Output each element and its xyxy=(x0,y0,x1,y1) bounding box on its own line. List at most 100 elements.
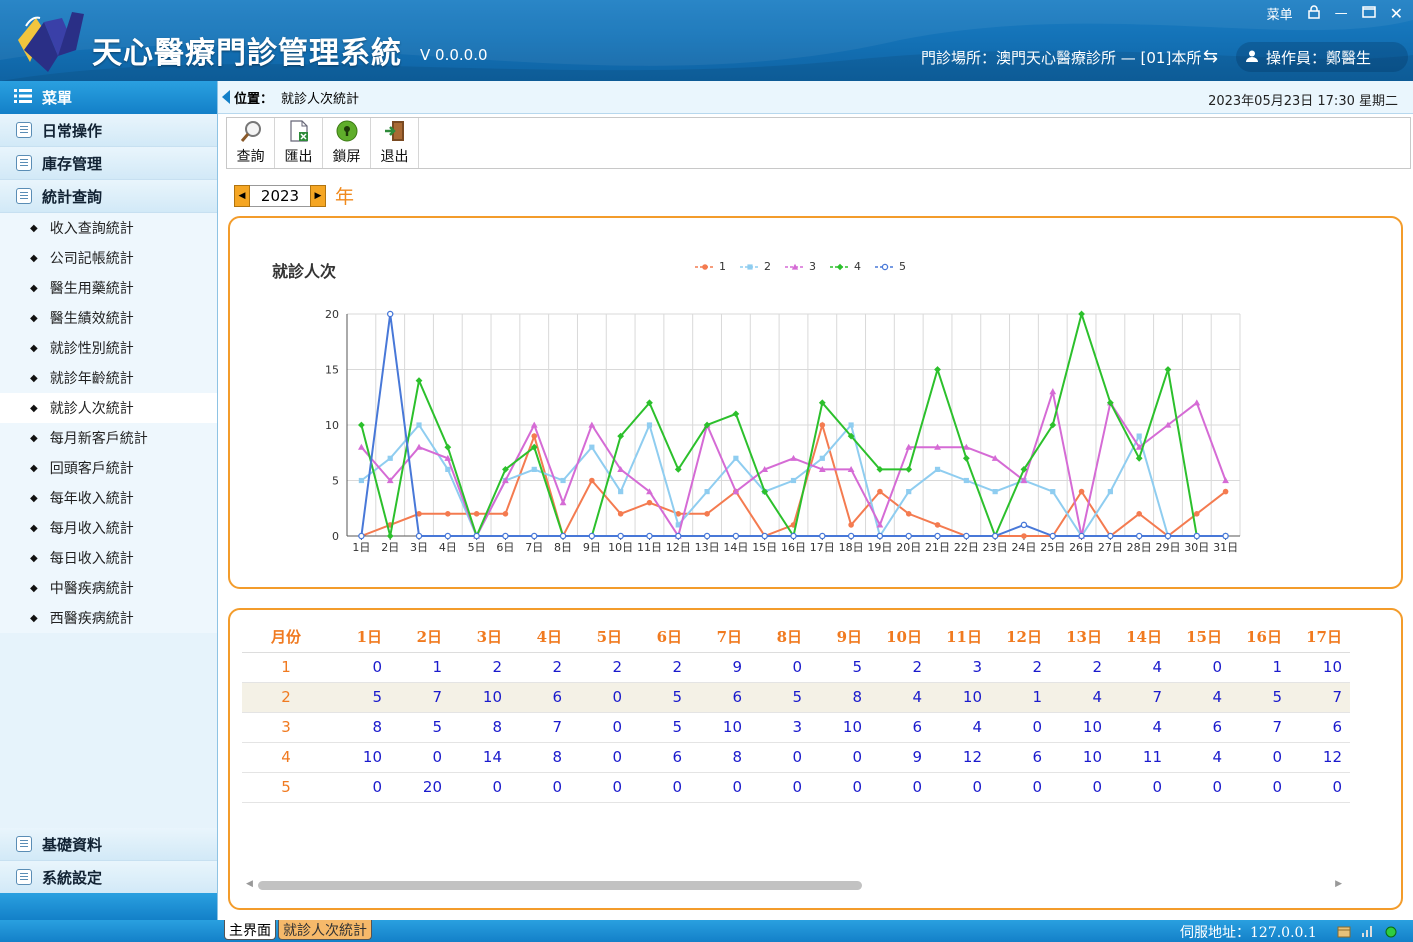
sidebar-item-label: 就診性別統計 xyxy=(49,341,134,357)
sidebar-item[interactable]: ◆ 醫生績效統計 xyxy=(0,303,217,333)
sidebar-item-label: 就診人次統計 xyxy=(49,401,134,417)
year-selector: ◀ 2023 ▶ 年 xyxy=(234,182,354,209)
table-cell: 0 xyxy=(510,772,570,803)
table-cell: 0 xyxy=(810,772,870,803)
minimize-button[interactable]: — xyxy=(1335,6,1348,21)
sidebar-item[interactable]: ◆ 每日收入統計 xyxy=(0,543,217,573)
visits-line-chart: 0 5 10 15 20 1日 2日 3日 4日 5日 6日 7日 8日 9日 10日 11日 12日 13日 14… xyxy=(325,308,1241,554)
sidebar-group-inventory[interactable]: 庫存管理 xyxy=(0,147,217,180)
sidebar-item[interactable]: ◆ 每年收入統計 xyxy=(0,483,217,513)
data-point xyxy=(358,477,365,484)
data-point xyxy=(1136,433,1142,439)
tab-main[interactable]: 主界面 xyxy=(224,920,276,940)
previous-year-button[interactable]: ◀ xyxy=(234,184,250,207)
sidebar-item[interactable]: ◆ 中醫疾病統計 xyxy=(0,573,217,603)
table-row[interactable]: 4 10 0 14 8 0 6 8 0 0 9 12 6 10 11 4 0 12 xyxy=(242,742,1350,773)
table-cell: 4 xyxy=(1110,712,1170,743)
table-cell: 0 xyxy=(750,742,810,773)
window-controls: 菜单 — ✕ xyxy=(1267,4,1403,23)
data-point xyxy=(589,477,595,484)
sidebar-item[interactable]: ◆ 公司記帳統計 xyxy=(0,243,217,273)
operator-badge[interactable]: 操作員：鄭醫生 xyxy=(1236,42,1408,72)
switch-location-icon[interactable]: ⇆ xyxy=(1203,46,1218,67)
export-button[interactable]: 匯出 xyxy=(275,118,323,168)
sidebar-item-label: 收入查詢統計 xyxy=(49,221,134,237)
tab-visits-stats[interactable]: 就診人次統計 xyxy=(278,920,372,940)
maximize-button[interactable] xyxy=(1361,5,1376,22)
database-icon xyxy=(16,836,32,852)
table-cell: 6 xyxy=(510,682,570,713)
title-bar: 天心醫療門診管理系統 V 0.0.0.0 菜单 — ✕ 門診場所：澳門天心醫療診… xyxy=(0,0,1413,81)
x-tick-label: 9日 xyxy=(583,541,601,554)
table-cell: 7 xyxy=(390,682,450,713)
sidebar-item-label: 回頭客戶統計 xyxy=(49,461,134,477)
x-tick-label: 4日 xyxy=(439,541,457,554)
data-point xyxy=(1193,399,1201,406)
triangle-left-icon: ◀ xyxy=(238,190,246,201)
sidebar-item[interactable]: ◆ 回頭客戶統計 xyxy=(0,453,217,483)
x-tick-label: 30日 xyxy=(1184,541,1209,554)
table-row[interactable]: 1 0 1 2 2 2 2 9 0 5 2 3 2 2 4 0 1 10 xyxy=(242,652,1350,683)
menu-label[interactable]: 菜单 xyxy=(1267,4,1293,23)
table-cell: 8 xyxy=(510,742,570,773)
data-point xyxy=(1078,488,1085,495)
sidebar-item[interactable]: ◆ 就診性別統計 xyxy=(0,333,217,363)
lock-screen-button-label: 鎖屏 xyxy=(332,149,361,165)
sidebar-item[interactable]: ◆ 就診年齡統計 xyxy=(0,363,217,393)
lock-screen-button[interactable]: 鎖屏 xyxy=(323,118,371,168)
table-cell: 0 xyxy=(390,742,450,773)
table-cell: 0 xyxy=(630,772,690,803)
sidebar-group-statistics[interactable]: 統計查詢 xyxy=(0,180,217,213)
data-point xyxy=(704,489,710,495)
bullet-icon: ◆ xyxy=(30,252,38,264)
sidebar-bottom-groups: 基礎資料 系統設定 xyxy=(0,828,217,894)
table-cell: 0 xyxy=(870,772,930,803)
data-point xyxy=(761,532,768,540)
scroll-right-icon[interactable]: ▶ xyxy=(1335,879,1342,889)
table-row[interactable]: 3 8 5 8 7 0 5 10 3 10 6 4 0 10 4 6 7 6 xyxy=(242,712,1350,743)
lock-icon[interactable] xyxy=(1307,4,1321,23)
data-point xyxy=(445,511,451,517)
table-cell: 0 xyxy=(1050,772,1110,803)
table-row[interactable]: 5 0 20 0 0 0 0 0 0 0 0 0 0 0 0 0 0 0 xyxy=(242,772,1350,803)
sidebar-item[interactable]: ◆ 每月收入統計 xyxy=(0,513,217,543)
bullet-icon: ◆ xyxy=(30,372,38,384)
data-point xyxy=(992,489,998,495)
data-point xyxy=(1107,532,1114,540)
data-point xyxy=(934,532,941,540)
search-icon xyxy=(238,118,264,144)
sidebar-item[interactable]: ◆ 西醫疾病統計 xyxy=(0,603,217,633)
data-point xyxy=(934,466,941,472)
breadcrumb-marker-icon xyxy=(222,90,230,104)
year-input[interactable]: 2023 xyxy=(250,184,310,207)
sidebar-item-active[interactable]: ◆ 就診人次統計 xyxy=(0,393,217,423)
table-cell: 2 xyxy=(630,652,690,683)
table-cell: 0 xyxy=(1230,772,1290,803)
sidebar-group-basic-data[interactable]: 基礎資料 xyxy=(0,828,217,861)
next-year-button[interactable]: ▶ xyxy=(310,184,326,207)
sidebar-item[interactable]: ◆ 每月新客戶統計 xyxy=(0,423,217,453)
y-tick-label: 10 xyxy=(325,419,339,432)
query-button[interactable]: 查詢 xyxy=(227,118,275,168)
scrollbar-thumb[interactable] xyxy=(258,881,862,890)
table-cell: 0 xyxy=(570,772,630,803)
exit-button[interactable]: 退出 xyxy=(371,118,419,168)
table-cell: 7 xyxy=(510,712,570,743)
table-cell: 10 xyxy=(450,682,510,713)
table-cell: 0 xyxy=(930,772,990,803)
sidebar-group-daily[interactable]: 日常操作 xyxy=(0,114,217,147)
data-point xyxy=(790,477,797,484)
sidebar-group-settings[interactable]: 系統設定 xyxy=(0,861,217,894)
close-button[interactable]: ✕ xyxy=(1390,4,1403,23)
table-cell: 20 xyxy=(390,772,450,803)
sidebar-item[interactable]: ◆ 醫生用藥統計 xyxy=(0,273,217,303)
table-body: 1 0 1 2 2 2 2 9 0 5 2 3 2 2 4 0 1 10 2 5 7 10 6 0 5 6 5 8 4 10 1 4 7 4 5 7 3… xyxy=(242,652,1350,803)
current-datetime: 2023年05月23日 17:30 星期二 xyxy=(1208,94,1398,109)
table-row[interactable]: 2 5 7 10 6 0 5 6 5 8 4 10 1 4 7 4 5 7 xyxy=(242,682,1350,713)
scroll-left-icon[interactable]: ◀ xyxy=(246,879,253,889)
table-cell: 2 xyxy=(990,652,1050,683)
sidebar-item[interactable]: ◆ 收入查詢統計 xyxy=(0,213,217,243)
horizontal-scrollbar[interactable]: ◀ ▶ xyxy=(244,877,1342,893)
table-cell: 8 xyxy=(450,712,510,743)
data-point xyxy=(1136,511,1142,517)
